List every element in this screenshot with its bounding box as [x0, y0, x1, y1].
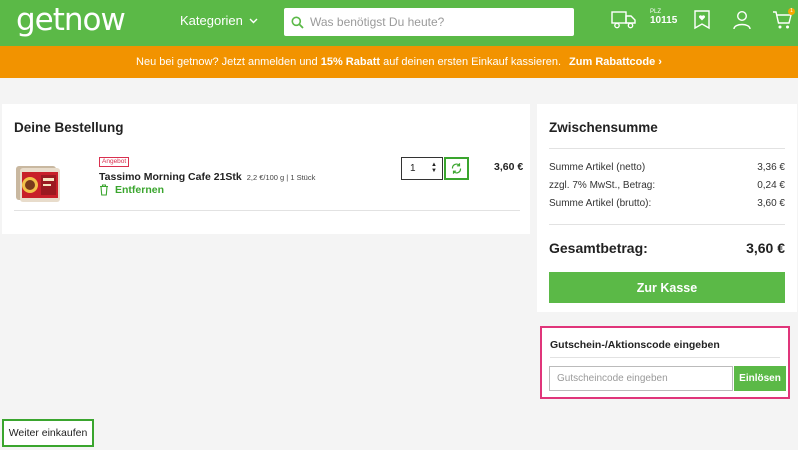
promo-text-start: Neu bei getnow? Jetzt anmelden und — [136, 56, 321, 68]
remove-item-button[interactable]: Entfernen — [99, 184, 164, 196]
promo-discount: 15% Rabatt — [320, 56, 381, 68]
update-quantity-button[interactable] — [444, 157, 469, 180]
search-bar — [284, 8, 574, 36]
delivery-truck-icon[interactable] — [611, 10, 637, 30]
search-input[interactable] — [310, 15, 560, 29]
select-arrows-icon: ▲ ▼ — [431, 162, 437, 174]
user-account-icon[interactable] — [733, 10, 751, 30]
total-row: Gesamtbetrag: 3,60 € — [549, 240, 785, 256]
summary-row-gross: Summe Artikel (brutto): 3,60 € — [549, 198, 785, 209]
promo-banner: Neu bei getnow? Jetzt anmelden und 15% R… — [0, 46, 798, 78]
checkout-button[interactable]: Zur Kasse — [549, 272, 785, 303]
summary-row-value: 3,60 € — [757, 198, 785, 209]
product-image[interactable] — [14, 158, 64, 208]
summary-row-label: Summe Artikel (brutto): — [549, 198, 652, 209]
summary-row-net: Summe Artikel (netto) 3,36 € — [549, 162, 785, 173]
redeem-coupon-button[interactable]: Einlösen — [734, 366, 786, 391]
total-value: 3,60 € — [746, 240, 785, 256]
postal-code-display[interactable]: PLZ 10115 — [650, 9, 677, 26]
summary-row-value: 0,24 € — [757, 180, 785, 191]
quantity-select[interactable]: 1 ▲ ▼ — [401, 157, 443, 180]
chevron-down-icon — [249, 18, 258, 23]
product-name-line: Tassimo Morning Cafe 21Stk 2,2 €/100 g |… — [99, 171, 315, 183]
coupon-title: Gutschein-/Aktionscode eingeben — [550, 339, 720, 351]
summary-row-label: zzgl. 7% MwSt., Betrag: — [549, 180, 656, 191]
refresh-icon — [451, 163, 462, 174]
coupon-divider — [550, 357, 780, 358]
wishlist-heart-icon[interactable] — [694, 10, 710, 30]
trash-icon — [100, 184, 108, 196]
order-title: Deine Bestellung — [14, 120, 124, 135]
discount-code-link[interactable]: Zum Rabattcode › — [569, 56, 662, 68]
offer-badge: Angebot — [99, 157, 130, 167]
item-price: 3,60 € — [494, 161, 524, 173]
order-divider — [14, 210, 520, 211]
getnow-logo[interactable]: getnow — [16, 2, 126, 38]
categories-label: Kategorien — [180, 13, 243, 28]
summary-title: Zwischensumme — [549, 120, 658, 135]
total-label: Gesamtbetrag: — [549, 240, 648, 256]
summary-row-value: 3,36 € — [757, 162, 785, 173]
plz-value: 10115 — [650, 15, 678, 26]
quantity-value: 1 — [410, 163, 416, 174]
remove-item-label: Entfernen — [115, 184, 165, 196]
order-card: Deine Bestellung Angebot Tassimo Morning… — [2, 104, 530, 234]
summary-row-vat: zzgl. 7% MwSt., Betrag: 0,24 € — [549, 180, 785, 191]
coupon-card: Gutschein-/Aktionscode eingeben Einlösen — [540, 326, 790, 399]
summary-row-label: Summe Artikel (netto) — [549, 162, 646, 173]
categories-menu-button[interactable]: Kategorien — [180, 13, 258, 28]
top-header: getnow Kategorien PLZ 10115 1 — [0, 0, 798, 46]
promo-text-end: auf deinen ersten Einkauf kassieren. — [380, 56, 562, 68]
search-icon[interactable] — [291, 16, 304, 29]
continue-shopping-button[interactable]: Weiter einkaufen — [2, 419, 94, 447]
product-name[interactable]: Tassimo Morning Cafe 21Stk — [99, 171, 242, 183]
summary-card: Zwischensumme Summe Artikel (netto) 3,36… — [537, 104, 797, 312]
coupon-code-input[interactable] — [549, 366, 733, 391]
product-unit-details: 2,2 €/100 g | 1 Stück — [246, 173, 316, 182]
summary-divider-bottom — [549, 224, 785, 225]
cart-count-badge: 1 — [788, 8, 795, 15]
summary-divider-top — [549, 148, 785, 149]
